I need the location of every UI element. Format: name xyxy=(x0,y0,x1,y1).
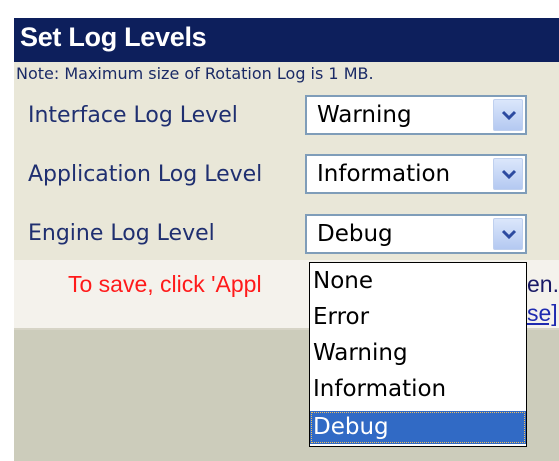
application-log-level-label: Application Log Level xyxy=(28,162,263,187)
interface-log-level-label: Interface Log Level xyxy=(28,103,238,128)
save-hint-text: To save, click 'Appl xyxy=(68,271,262,297)
chevron-down-icon[interactable] xyxy=(493,99,523,131)
engine-log-level-dropdown-list[interactable]: None Error Warning Information Debug xyxy=(309,262,527,447)
engine-log-level-value: Debug xyxy=(317,221,393,247)
chevron-down-icon[interactable] xyxy=(493,218,523,250)
dropdown-option-warning[interactable]: Warning xyxy=(310,337,526,370)
page-title: Set Log Levels xyxy=(20,22,207,52)
interface-log-level-select[interactable]: Warning xyxy=(305,95,527,135)
dropdown-option-debug[interactable]: Debug xyxy=(310,411,526,444)
dropdown-option-none[interactable]: None xyxy=(310,265,526,298)
interface-log-level-value: Warning xyxy=(317,102,412,128)
save-hint-text-end: en. xyxy=(527,271,559,297)
application-log-level-select[interactable]: Information xyxy=(305,154,527,194)
save-hint-link[interactable]: se] xyxy=(527,300,558,327)
engine-log-level-select[interactable]: Debug xyxy=(305,214,527,254)
application-log-level-value: Information xyxy=(317,161,451,187)
engine-log-level-label: Engine Log Level xyxy=(28,221,215,246)
dropdown-option-information[interactable]: Information xyxy=(310,373,526,406)
log-levels-window: Set Log Levels Note: Maximum size of Rot… xyxy=(0,0,559,461)
rotation-log-note: Note: Maximum size of Rotation Log is 1 … xyxy=(16,64,374,83)
chevron-down-icon[interactable] xyxy=(493,158,523,190)
dropdown-option-error[interactable]: Error xyxy=(310,301,526,334)
